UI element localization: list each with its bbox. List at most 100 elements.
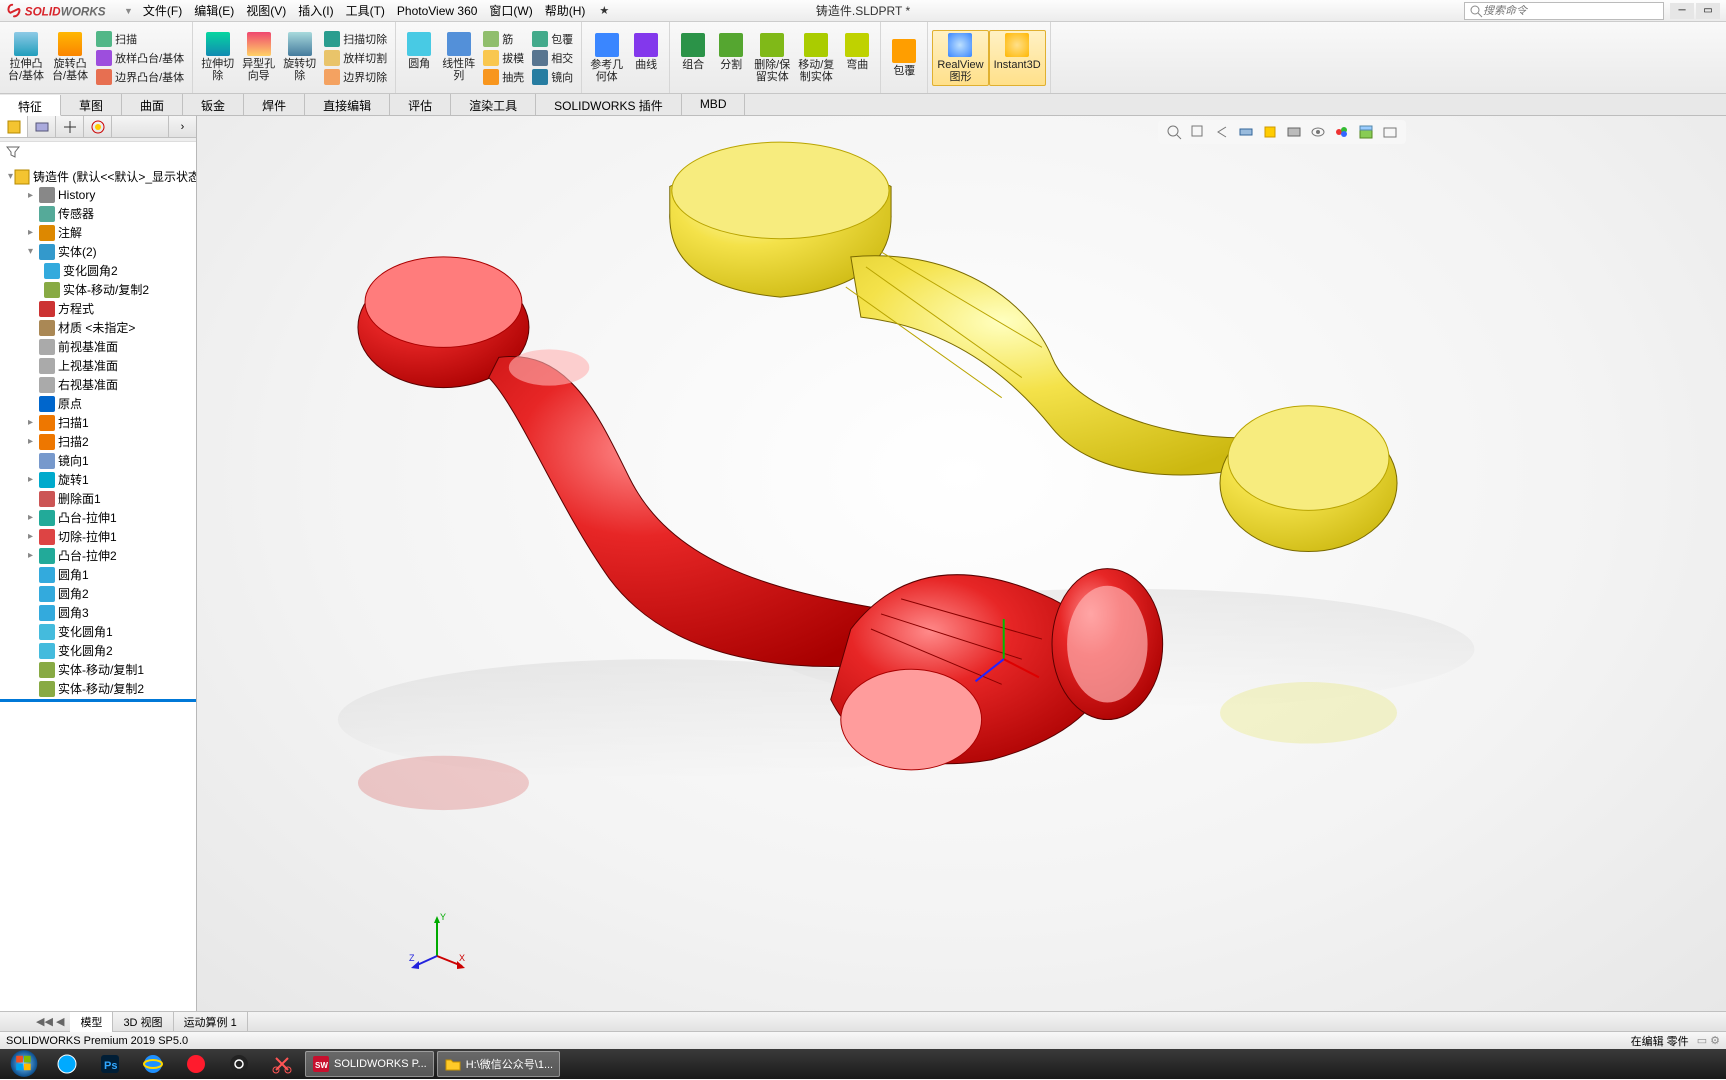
menu-file[interactable]: 文件(F) (137, 2, 188, 19)
combine-button[interactable]: 组合 (674, 31, 712, 85)
restore-button[interactable]: ▭ (1696, 3, 1720, 19)
tab-nav-left-icon[interactable]: ◀◀ ◀ (30, 1015, 70, 1028)
linear-pattern-button[interactable]: 线性阵 列 (438, 30, 479, 86)
tree-item[interactable]: 圆角3 (0, 603, 196, 622)
tab-render[interactable]: 渲染工具 (451, 94, 536, 115)
minimize-button[interactable]: ─ (1670, 3, 1694, 19)
tree-item[interactable]: 圆角2 (0, 584, 196, 603)
tree-item[interactable]: ▸ 扫描1 (0, 413, 196, 432)
panel-expand-icon[interactable]: › (168, 116, 196, 137)
3d-views-tab[interactable]: 3D 视图 (113, 1012, 173, 1032)
boundary-boss-button[interactable]: 边界凸台/基体 (92, 68, 188, 86)
model-tab[interactable]: 模型 (70, 1012, 113, 1032)
tree-item[interactable]: 变化圆角2 (0, 641, 196, 660)
revolved-boss-button[interactable]: 旋转凸 台/基体 (48, 30, 92, 86)
menubar-arrow-icon[interactable]: ▼ (124, 6, 133, 16)
menu-view[interactable]: 视图(V) (240, 2, 292, 19)
favorite-star-icon[interactable]: ★ (599, 4, 609, 17)
tab-sketch[interactable]: 草图 (61, 94, 122, 115)
tree-item[interactable]: ▾ 实体(2) (0, 242, 196, 261)
tab-evaluate[interactable]: 评估 (390, 94, 451, 115)
tree-item[interactable]: 圆角1 (0, 565, 196, 584)
tree-item[interactable]: 前视基准面 (0, 337, 196, 356)
move-copy-body-button[interactable]: 移动/复 制实体 (794, 31, 838, 85)
mirror-button[interactable]: 镜向 (528, 68, 577, 86)
split-button[interactable]: 分割 (712, 31, 750, 85)
taskbar-ie-icon[interactable] (133, 1051, 173, 1077)
config-manager-tab[interactable] (56, 116, 84, 137)
tree-item[interactable]: 材质 <未指定> (0, 318, 196, 337)
tree-item[interactable]: ▸ 扫描2 (0, 432, 196, 451)
lofted-boss-button[interactable]: 放样凸台/基体 (92, 49, 188, 67)
curves-button[interactable]: 曲线 (627, 31, 665, 85)
menu-window[interactable]: 窗口(W) (483, 2, 538, 19)
tree-item[interactable]: 变化圆角2 (0, 261, 196, 280)
motion-study-tab[interactable]: 运动算例 1 (174, 1012, 248, 1032)
tree-item[interactable]: ▸ 凸台-拉伸2 (0, 546, 196, 565)
hole-wizard-button[interactable]: 异型孔 向导 (238, 30, 279, 86)
taskbar-app-icon[interactable] (176, 1051, 216, 1077)
extruded-cut-button[interactable]: 拉伸切 除 (197, 30, 238, 86)
tree-item[interactable]: 右视基准面 (0, 375, 196, 394)
wrap-button-2[interactable]: 包覆 (885, 37, 923, 79)
tab-sw-addins[interactable]: SOLIDWORKS 插件 (536, 94, 682, 115)
tree-item[interactable]: 传感器 (0, 204, 196, 223)
menu-help[interactable]: 帮助(H) (539, 2, 592, 19)
instant3d-button[interactable]: Instant3D (989, 30, 1046, 86)
wrap-button[interactable]: 包覆 (528, 30, 577, 48)
taskbar-obs-icon[interactable] (219, 1051, 259, 1077)
tree-item[interactable]: 变化圆角1 (0, 622, 196, 641)
search-input[interactable] (1483, 5, 1659, 17)
taskbar-photoshop-icon[interactable]: Ps (90, 1051, 130, 1077)
tree-item[interactable]: ▸ 凸台-拉伸1 (0, 508, 196, 527)
status-icons-icon[interactable]: ▭ ⚙ (1697, 1034, 1720, 1047)
extruded-boss-button[interactable]: 拉伸凸 台/基体 (4, 30, 48, 86)
tree-item[interactable]: ▸ History (0, 186, 196, 204)
draft-button[interactable]: 拔模 (479, 49, 528, 67)
tree-item[interactable]: 实体-移动/复制2 (0, 280, 196, 299)
filter-icon[interactable] (0, 142, 196, 165)
taskbar-snip-icon[interactable] (262, 1051, 302, 1077)
tab-surface[interactable]: 曲面 (122, 94, 183, 115)
swept-boss-button[interactable]: 扫描 (92, 30, 188, 48)
yellow-cast-part[interactable] (670, 142, 1397, 551)
taskbar-edge-icon[interactable] (47, 1051, 87, 1077)
tab-sheetmetal[interactable]: 钣金 (183, 94, 244, 115)
menu-edit[interactable]: 编辑(E) (188, 2, 240, 19)
tree-item[interactable]: ▸ 注解 (0, 223, 196, 242)
menu-tools[interactable]: 工具(T) (340, 2, 391, 19)
tree-item[interactable]: ▸ 切除-拉伸1 (0, 527, 196, 546)
appearance-manager-tab[interactable] (84, 116, 112, 137)
tree-item[interactable]: 实体-移动/复制1 (0, 660, 196, 679)
delete-body-button[interactable]: 删除/保 留实体 (750, 31, 794, 85)
property-manager-tab[interactable] (28, 116, 56, 137)
swept-cut-button[interactable]: 扫描切除 (320, 30, 391, 48)
tree-item[interactable]: 删除面1 (0, 489, 196, 508)
graphics-viewport[interactable]: Y X Z (197, 116, 1726, 1011)
tree-item[interactable]: ▸ 旋转1 (0, 470, 196, 489)
intersect-button[interactable]: 相交 (528, 49, 577, 67)
lofted-cut-button[interactable]: 放样切割 (320, 49, 391, 67)
shell-button[interactable]: 抽壳 (479, 68, 528, 86)
tree-item[interactable]: 原点 (0, 394, 196, 413)
flex-button[interactable]: 弯曲 (838, 31, 876, 85)
search-commands-field[interactable] (1464, 2, 1664, 20)
start-button[interactable] (4, 1050, 44, 1078)
tree-root[interactable]: ▾ 铸造件 (默认<<默认>_显示状态 1>) (0, 167, 196, 186)
realview-button[interactable]: RealView 图形 (932, 30, 988, 86)
tab-features[interactable]: 特征 (0, 95, 61, 116)
boundary-cut-button[interactable]: 边界切除 (320, 68, 391, 86)
feature-tree-tab[interactable] (0, 116, 28, 137)
menu-insert[interactable]: 插入(I) (292, 2, 339, 19)
tab-weldments[interactable]: 焊件 (244, 94, 305, 115)
ref-geometry-button[interactable]: 参考几 何体 (586, 31, 627, 85)
tree-item[interactable]: 上视基准面 (0, 356, 196, 375)
tree-item[interactable]: 方程式 (0, 299, 196, 318)
taskbar-explorer-window[interactable]: H:\微信公众号\1... (437, 1051, 560, 1077)
taskbar-solidworks-window[interactable]: SW SOLIDWORKS P... (305, 1051, 434, 1077)
revolved-cut-button[interactable]: 旋转切 除 (279, 30, 320, 86)
tab-mbd[interactable]: MBD (682, 94, 746, 115)
orientation-triad[interactable]: Y X Z (407, 911, 467, 971)
rib-button[interactable]: 筋 (479, 30, 528, 48)
tree-item[interactable]: 镜向1 (0, 451, 196, 470)
